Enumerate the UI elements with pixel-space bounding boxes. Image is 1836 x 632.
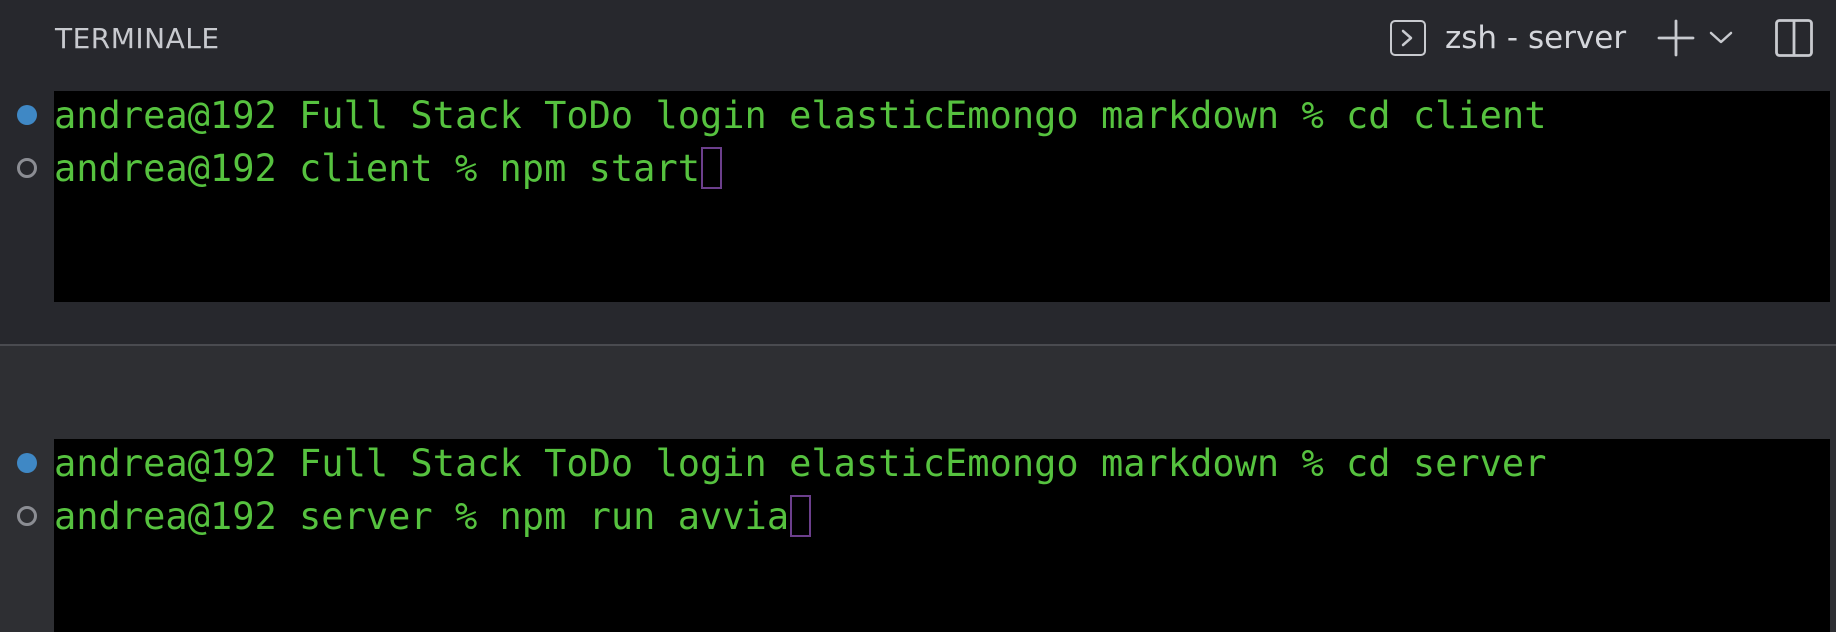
panel-header: TERMINALE zsh - server [0,0,1836,80]
terminal-pane-client[interactable]: andrea@192 Full Stack ToDo login elastic… [54,91,1830,302]
command-pending-dot[interactable] [17,158,37,178]
split-editor-icon[interactable] [1774,18,1814,63]
terminal-line: andrea@192 Full Stack ToDo login elastic… [54,94,1547,137]
command-pending-dot[interactable] [17,506,37,526]
terminal-line: andrea@192 server % npm run avvia [54,492,812,542]
terminal-icon[interactable] [1390,20,1426,56]
terminal-line: andrea@192 client % npm start [54,144,723,194]
terminal-pane-server[interactable]: andrea@192 Full Stack ToDo login elastic… [54,439,1830,632]
terminal-line: andrea@192 Full Stack ToDo login elastic… [54,442,1547,485]
plus-icon[interactable] [1656,18,1696,63]
panel-title: TERMINALE [55,22,220,55]
active-terminal-name[interactable]: zsh - server [1445,20,1626,56]
command-success-dot[interactable] [17,105,37,125]
chevron-down-icon[interactable] [1708,28,1734,53]
command-success-dot[interactable] [17,453,37,473]
terminal-cursor [790,495,812,537]
terminal-panel: TERMINALE zsh - server andrea@192 Full S… [0,0,1836,632]
terminal-cursor [701,147,723,189]
